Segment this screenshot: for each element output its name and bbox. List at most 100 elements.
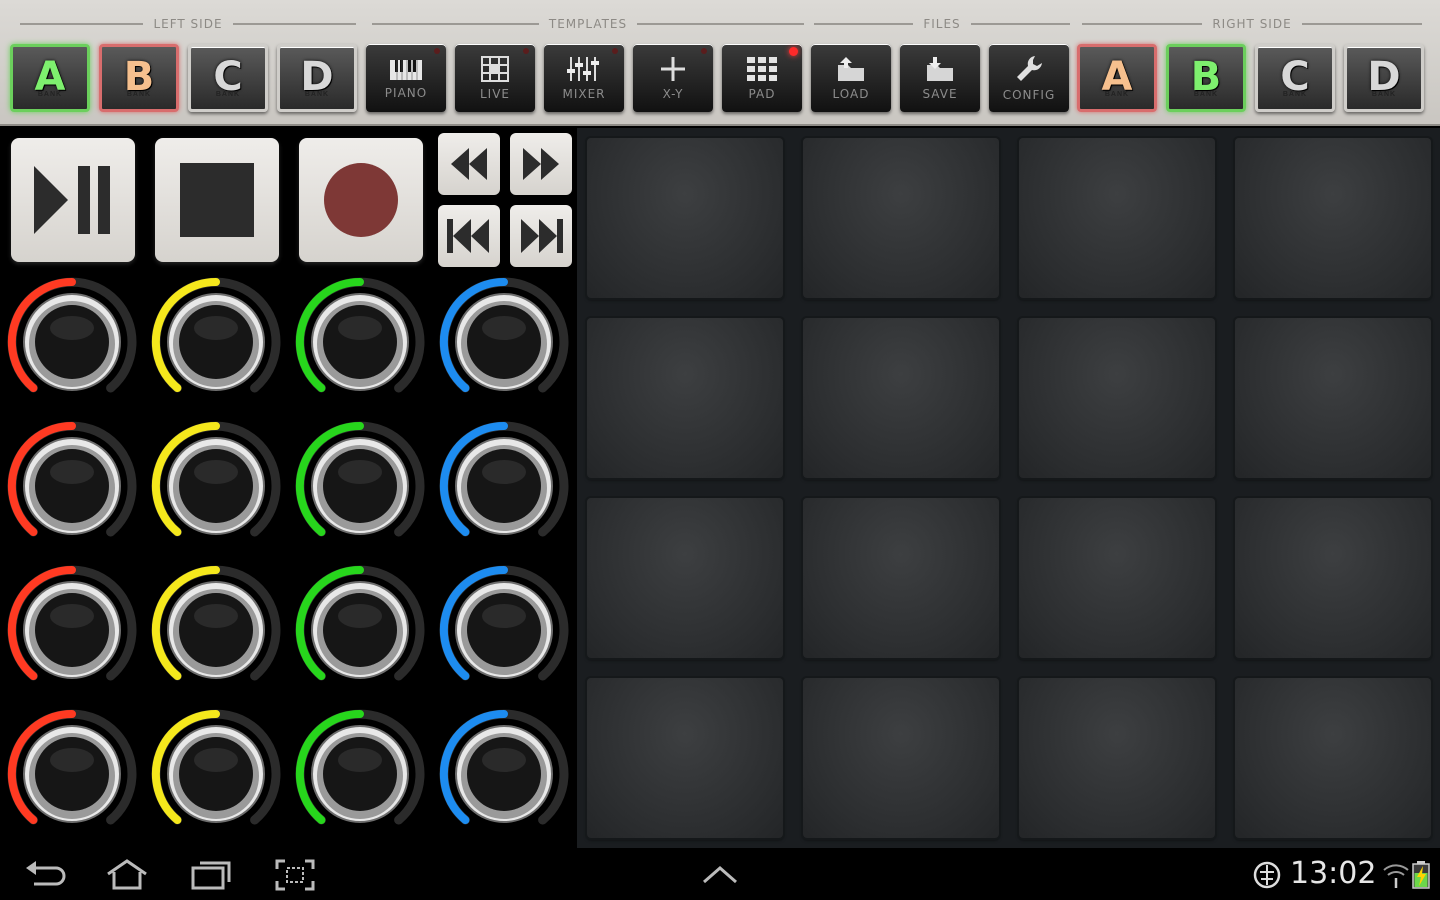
- led-indicator: [434, 48, 440, 54]
- section-right-side: RIGHT SIDE: [1082, 14, 1423, 34]
- left-bank-d-button[interactable]: D BANK: [277, 44, 357, 112]
- knob-dial: [439, 421, 569, 537]
- load-icon: [838, 57, 864, 81]
- knob-dial: [151, 277, 281, 393]
- knob-dial: [439, 277, 569, 393]
- section-label: FILES: [923, 17, 961, 31]
- save-button[interactable]: SAVE: [900, 44, 980, 112]
- rewind-icon: [451, 148, 487, 180]
- left-bank-b-button[interactable]: B BANK: [99, 44, 179, 112]
- play-pause-icon: [34, 166, 110, 234]
- left-bank-a-button[interactable]: A BANK: [10, 44, 90, 112]
- drum-pad[interactable]: [1235, 498, 1431, 658]
- knob[interactable]: [436, 274, 572, 410]
- rewind-button[interactable]: [438, 133, 500, 195]
- drum-pad[interactable]: [587, 498, 783, 658]
- piano-template-button[interactable]: PIANO: [366, 44, 446, 112]
- drum-pad[interactable]: [1235, 318, 1431, 478]
- drum-pad[interactable]: [1019, 138, 1215, 298]
- drum-pad[interactable]: [1235, 138, 1431, 298]
- grid-icon: [481, 56, 509, 82]
- save-icon: [927, 57, 953, 81]
- drum-pad[interactable]: [803, 318, 999, 478]
- config-button[interactable]: CONFIG: [989, 44, 1069, 112]
- knob-dial: [295, 709, 425, 825]
- piano-icon: [390, 60, 422, 80]
- skip-to-end-button[interactable]: [510, 205, 572, 267]
- knob[interactable]: [4, 562, 140, 698]
- pad-icon: [747, 57, 777, 81]
- drum-pad[interactable]: [587, 138, 783, 298]
- drum-pad[interactable]: [587, 678, 783, 838]
- section-templates: TEMPLATES: [372, 14, 804, 34]
- chevron-up-icon: [703, 866, 737, 884]
- back-button[interactable]: [22, 858, 66, 892]
- recent-apps-icon: [191, 861, 231, 890]
- right-bank-b-button[interactable]: B BANK: [1166, 44, 1246, 112]
- knob[interactable]: [436, 418, 572, 554]
- record-button[interactable]: [299, 138, 423, 262]
- knob-dial: [151, 565, 281, 681]
- knob[interactable]: [4, 274, 140, 410]
- knob[interactable]: [436, 562, 572, 698]
- fast-forward-button[interactable]: [510, 133, 572, 195]
- home-button[interactable]: [104, 858, 150, 892]
- play-pause-button[interactable]: [11, 138, 135, 262]
- led-indicator: [701, 48, 707, 54]
- knob[interactable]: [4, 706, 140, 842]
- section-label: LEFT SIDE: [153, 17, 223, 31]
- right-bank-a-button[interactable]: A BANK: [1077, 44, 1157, 112]
- knob[interactable]: [292, 562, 428, 698]
- right-bank-d-button[interactable]: D BANK: [1344, 44, 1424, 112]
- skip-to-start-button[interactable]: [438, 205, 500, 267]
- knob-dial: [7, 709, 137, 825]
- wrench-icon: [1017, 56, 1042, 81]
- home-icon: [107, 859, 147, 890]
- left-bank-c-button[interactable]: C BANK: [188, 44, 268, 112]
- drum-pad[interactable]: [1019, 678, 1215, 838]
- led-indicator-active: [789, 47, 798, 56]
- knob[interactable]: [148, 706, 284, 842]
- drum-pad[interactable]: [587, 318, 783, 478]
- live-template-button[interactable]: LIVE: [455, 44, 535, 112]
- xy-template-button[interactable]: X-Y: [633, 44, 713, 112]
- knob[interactable]: [292, 274, 428, 410]
- record-icon: [324, 163, 398, 237]
- screenshot-button[interactable]: [274, 858, 316, 892]
- bank-sub: BANK: [1193, 91, 1219, 98]
- knob[interactable]: [436, 706, 572, 842]
- skip-to-start-icon: [447, 219, 489, 253]
- right-bank-c-button[interactable]: C BANK: [1255, 44, 1335, 112]
- template-label: X-Y: [662, 87, 684, 101]
- mixer-template-button[interactable]: MIXER: [544, 44, 624, 112]
- drum-pad[interactable]: [803, 498, 999, 658]
- section-left-side: LEFT SIDE: [20, 14, 356, 34]
- pad-template-button[interactable]: PAD: [722, 44, 802, 112]
- knob[interactable]: [148, 274, 284, 410]
- drum-pad[interactable]: [803, 678, 999, 838]
- knob[interactable]: [148, 562, 284, 698]
- knob[interactable]: [292, 706, 428, 842]
- knob-dial: [7, 565, 137, 681]
- section-files: FILES: [814, 14, 1071, 34]
- bank-sub: BANK: [126, 91, 152, 98]
- drum-pad[interactable]: [1235, 678, 1431, 838]
- expand-button[interactable]: [700, 858, 740, 892]
- led-indicator: [612, 48, 618, 54]
- knob[interactable]: [148, 418, 284, 554]
- bank-sub: BANK: [304, 91, 330, 98]
- knob[interactable]: [4, 418, 140, 554]
- drum-pad[interactable]: [1019, 318, 1215, 478]
- skip-to-end-icon: [521, 219, 563, 253]
- template-label: LIVE: [479, 87, 510, 101]
- load-button[interactable]: LOAD: [811, 44, 891, 112]
- stop-button[interactable]: [155, 138, 279, 262]
- drum-pad[interactable]: [1019, 498, 1215, 658]
- recent-apps-button[interactable]: [190, 858, 232, 892]
- knob-dial: [151, 709, 281, 825]
- usb-debug-indicator: [1252, 860, 1282, 890]
- drum-pad[interactable]: [803, 138, 999, 298]
- knob[interactable]: [292, 418, 428, 554]
- bank-sub: BANK: [1371, 91, 1397, 98]
- crosshair-icon: [661, 57, 685, 81]
